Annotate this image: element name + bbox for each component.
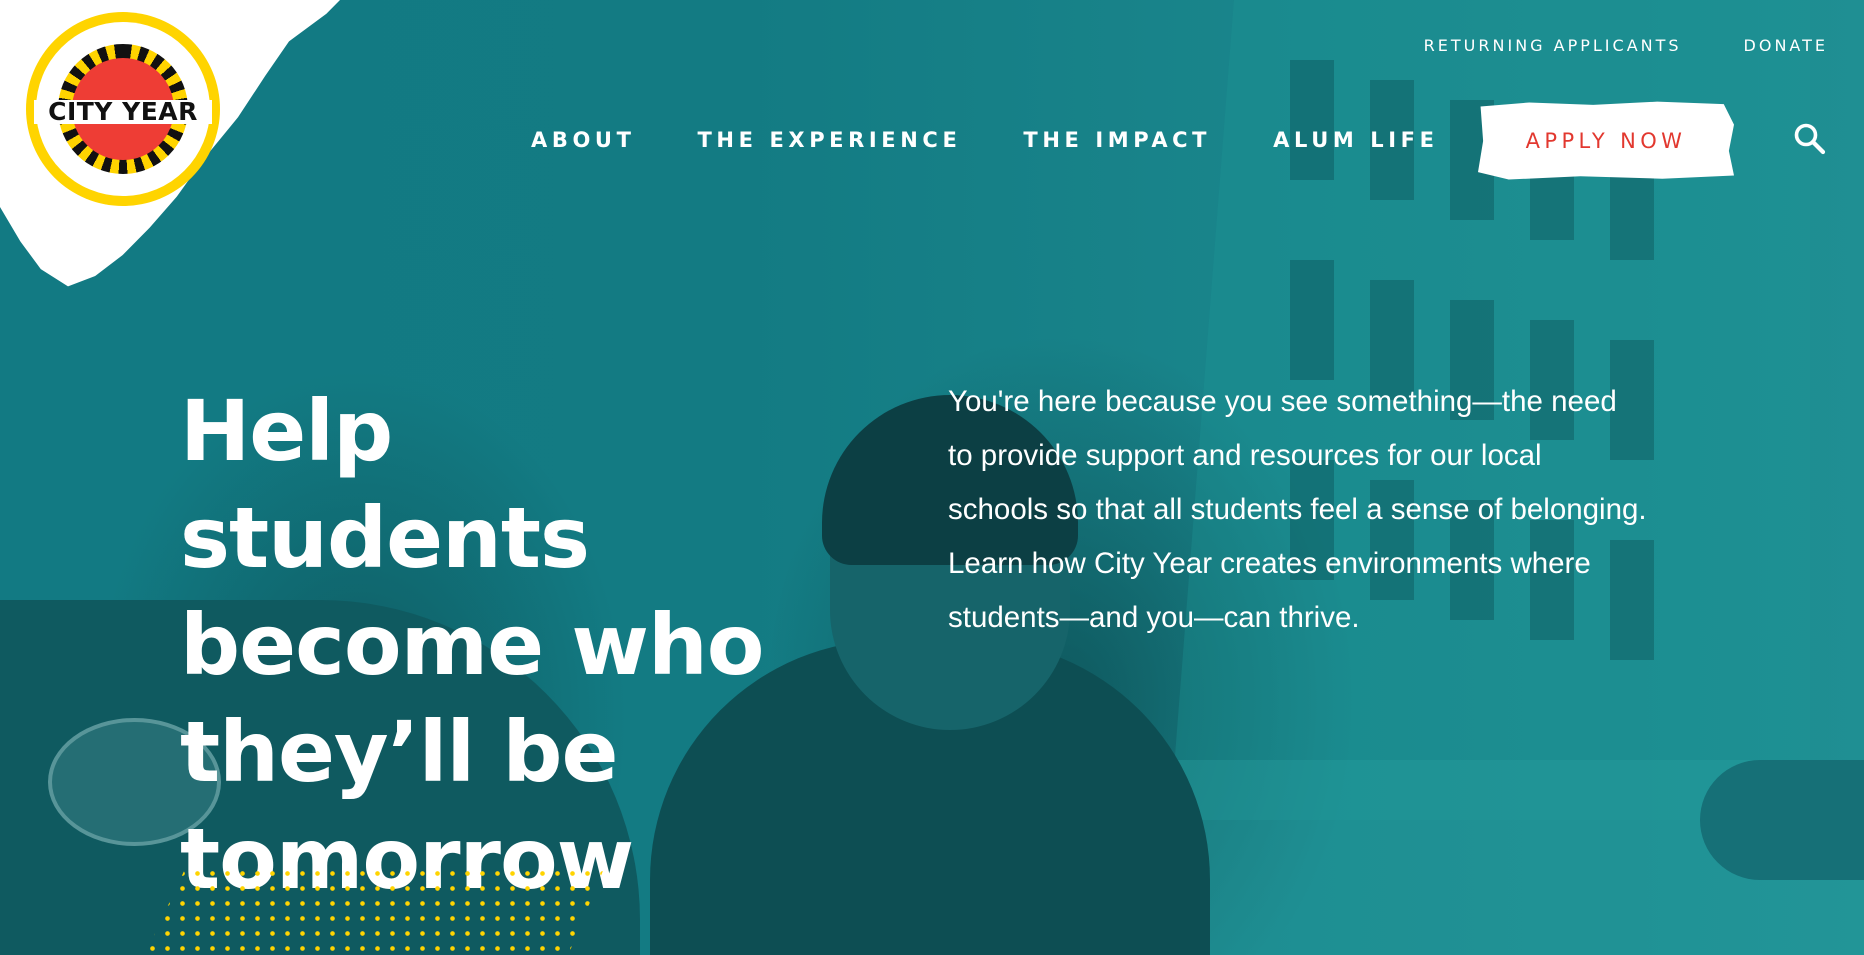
- donate-link[interactable]: DONATE: [1744, 36, 1828, 55]
- apply-now-button[interactable]: APPLY NOW: [1478, 101, 1734, 180]
- main-nav: ABOUT THE EXPERIENCE THE IMPACT ALUM LIF…: [531, 128, 1439, 152]
- apply-now-label: APPLY NOW: [1525, 129, 1687, 153]
- decorative-dot-pattern: [145, 866, 605, 955]
- utility-nav: RETURNING APPLICANTS DONATE: [1424, 36, 1828, 55]
- nav-about[interactable]: ABOUT: [531, 128, 636, 152]
- nav-alum-life[interactable]: ALUM LIFE: [1273, 128, 1438, 152]
- returning-applicants-link[interactable]: RETURNING APPLICANTS: [1424, 36, 1682, 55]
- person-hand: [1700, 760, 1864, 880]
- search-icon: [1794, 123, 1826, 155]
- nav-the-impact[interactable]: THE IMPACT: [1023, 128, 1211, 152]
- city-year-logo[interactable]: CITY YEAR: [26, 12, 220, 206]
- logo-text: CITY YEAR: [34, 99, 212, 124]
- search-button[interactable]: [1793, 122, 1827, 156]
- nav-the-experience[interactable]: THE EXPERIENCE: [698, 128, 962, 152]
- hero-intro-text: You're here because you see something—th…: [948, 385, 1647, 634]
- hero-headline: Help students become who they’ll be tomo…: [180, 382, 764, 908]
- logo-inner: CITY YEAR: [34, 22, 212, 196]
